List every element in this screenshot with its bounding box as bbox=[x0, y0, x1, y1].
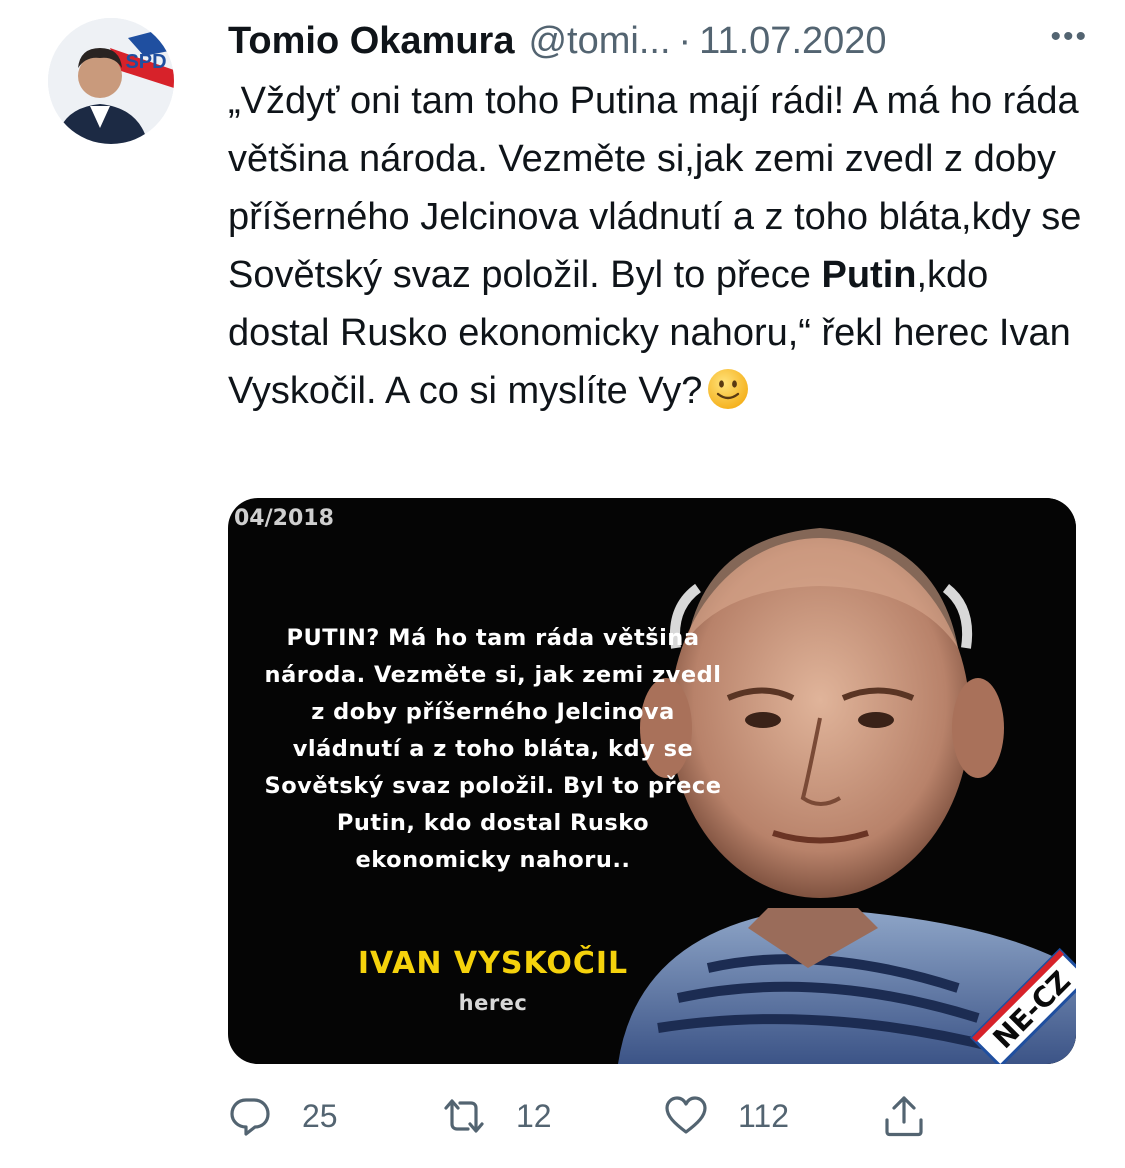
avatar-image: SPD bbox=[48, 18, 174, 144]
media-role: herec bbox=[458, 991, 528, 1015]
author-handle[interactable]: @tomi... bbox=[528, 20, 670, 63]
tweet-date[interactable]: 11.07.2020 bbox=[699, 20, 886, 63]
separator-dot: · bbox=[678, 19, 692, 62]
reply-icon bbox=[230, 1098, 270, 1136]
retweet-icon bbox=[444, 1099, 484, 1133]
tweet-text: „Vždyť oni tam toho Putina mají rádi! A … bbox=[228, 72, 1098, 420]
slightly-smiling-face-icon bbox=[708, 369, 749, 409]
share-button[interactable] bbox=[882, 1088, 926, 1144]
like-button[interactable]: 112 bbox=[664, 1088, 789, 1144]
reply-count: 25 bbox=[302, 1097, 338, 1134]
share-icon bbox=[885, 1096, 923, 1137]
tweet-media-image[interactable]: NE-CZ 04/2018 PUTIN? Má ho tam ráda větš… bbox=[228, 498, 1076, 1064]
author-name[interactable]: Tomio Okamura bbox=[228, 20, 514, 63]
media-author: IVAN VYSKOČIL bbox=[357, 946, 629, 981]
heart-icon bbox=[665, 1096, 707, 1134]
tweet-actions: 25 12 112 bbox=[228, 1088, 1088, 1148]
more-options-icon[interactable]: ••• bbox=[1050, 20, 1088, 54]
retweet-button[interactable]: 12 bbox=[442, 1088, 552, 1144]
avatar-badge: SPD bbox=[125, 51, 166, 73]
author-avatar[interactable]: SPD bbox=[48, 18, 174, 144]
like-count: 112 bbox=[738, 1097, 790, 1134]
reply-button[interactable]: 25 bbox=[228, 1088, 338, 1144]
media-date-label: 04/2018 bbox=[234, 506, 334, 531]
retweet-count: 12 bbox=[516, 1097, 552, 1134]
tweet-header: Tomio Okamura @tomi... · 11.07.2020 ••• bbox=[228, 14, 1088, 68]
media-quote: PUTIN? Má ho tam ráda většina národa. Ve… bbox=[264, 625, 722, 873]
tweet-text-bold: Putin bbox=[821, 254, 917, 296]
